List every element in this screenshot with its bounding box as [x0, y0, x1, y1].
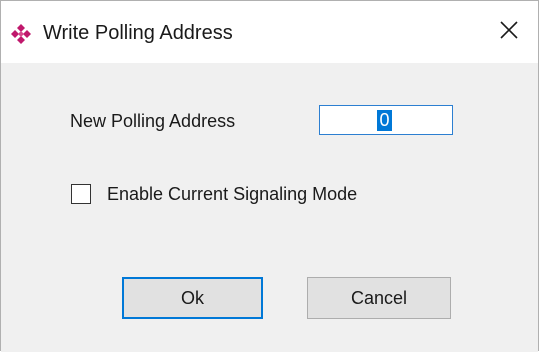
title-bar: Write Polling Address	[1, 1, 538, 63]
close-icon	[499, 20, 519, 45]
current-signaling-checkbox[interactable]	[71, 184, 91, 204]
current-signaling-label[interactable]: Enable Current Signaling Mode	[107, 182, 357, 206]
polling-address-input[interactable]	[319, 105, 453, 135]
close-button[interactable]	[480, 1, 538, 63]
polling-address-label: New Polling Address	[70, 111, 236, 131]
cancel-button[interactable]: Cancel	[307, 277, 451, 319]
dialog-body: New Polling Address 0 Enable Current Sig…	[1, 63, 538, 352]
dialog-window: Write Polling Address New Polling Addres…	[0, 0, 539, 352]
ok-button[interactable]: Ok	[122, 277, 263, 319]
diamond-grid-icon	[10, 23, 32, 45]
window-title: Write Polling Address	[43, 22, 233, 44]
